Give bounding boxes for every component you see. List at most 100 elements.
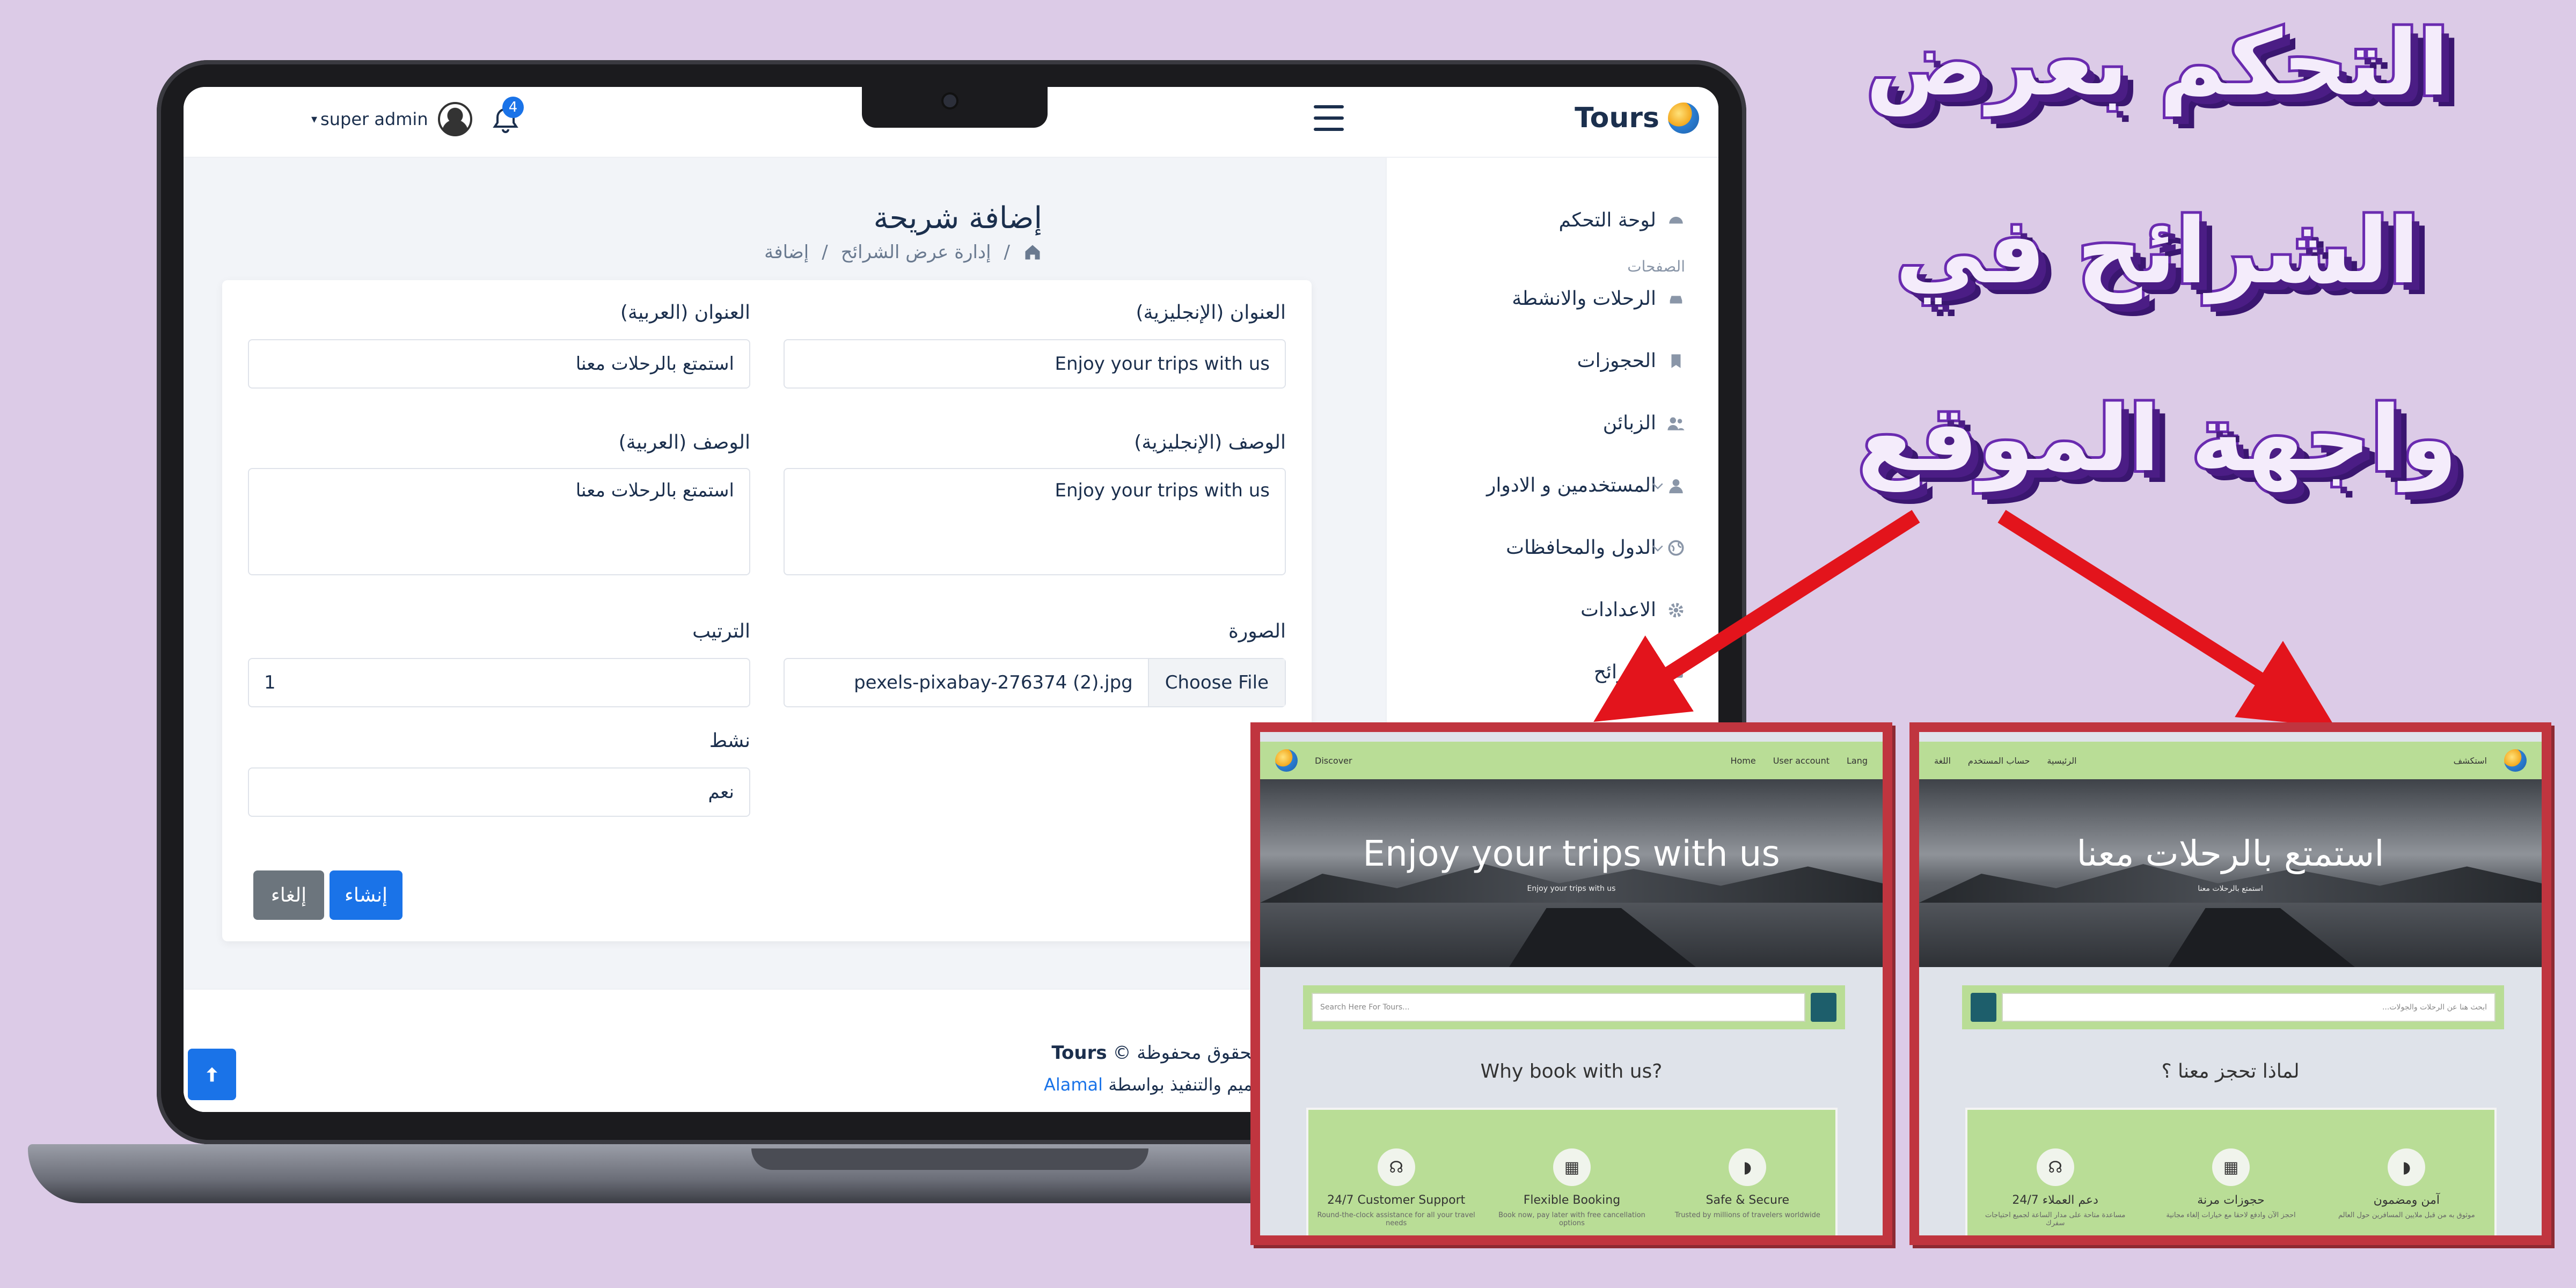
brand-name: Tours [1575,102,1659,134]
preview-ar-nav-home[interactable]: الرئيسية [2047,756,2076,766]
preview-en-nav-home[interactable]: Home [1730,756,1755,766]
arrow-up-icon [207,1067,217,1082]
preview-en-hero-subtitle: Enjoy your trips with us [1527,884,1616,893]
home-icon[interactable] [1023,243,1042,262]
preview-arabic: استكشف الرئيسية حساب المستخدم اللغة استم… [1909,722,2551,1245]
feature-title: حجوزات مرنة [2197,1194,2265,1207]
preview-ar-nav-lang[interactable]: اللغة [1934,756,1951,766]
preview-ar-features: ◗ آمن ومضمون موثوق به من قبل ملايين المساف… [1965,1108,2497,1235]
desc-en-textarea[interactable]: Enjoy your trips with us [784,468,1286,575]
preview-ar-nav-account[interactable]: حساب المستخدم [1968,756,2030,766]
brand[interactable]: Tours [1575,102,1699,134]
headline-line-2: الشرائح في [1893,196,2422,306]
image-file-input[interactable]: Choose File pexels-pixabay-276374 (2).jp… [784,658,1286,707]
order-input[interactable]: 1 [248,658,750,707]
preview-en-nav-lang[interactable]: Lang [1847,756,1868,766]
preview-ar-hero-subtitle: استمتع بالرحلات معنا [2198,884,2263,893]
preview-en-hero-title: Enjoy your trips with us [1363,833,1780,874]
feature-card: ☊ 24/7 Customer Support Round-the-clock as… [1316,1148,1477,1235]
notification-badge: 4 [502,97,524,118]
feature-card: ◗ آمن ومضمون موثوق به من قبل ملايين المساف… [2326,1148,2487,1235]
choose-file-button[interactable]: Choose File [1147,659,1285,706]
calendar-icon: ▦ [1553,1148,1591,1186]
shield-icon: ◗ [1729,1148,1767,1186]
preview-en-why-heading: Why book with us? [1480,1060,1663,1082]
preview-en-logo-icon[interactable] [1275,749,1298,772]
preview-ar-search-button[interactable] [1971,993,1996,1022]
sidebar-item-trips[interactable]: الرحلات والانشطة [1512,288,1685,310]
preview-ar-nav-discover[interactable]: استكشف [2454,756,2487,766]
preview-english: Discover Home User account Lang Enjoy yo… [1250,722,1892,1245]
user-menu[interactable]: ▾ super admin [311,102,472,136]
desc-ar-textarea[interactable]: استمتع بالرحلات معنا [248,468,750,575]
sidebar-item-settings[interactable]: الاعدادات [1580,599,1685,621]
feature-title: Flexible Booking [1523,1194,1621,1207]
desc-ar-label: الوصف (العربية) [618,431,750,453]
user-name: super admin [320,109,428,129]
preview-en-search-input[interactable]: Search Here For Tours... [1312,993,1805,1022]
users-icon [1667,417,1685,430]
user-icon [1669,479,1683,493]
desc-en-label: الوصف (الإنجليزية) [1134,431,1286,453]
create-button[interactable]: إنشاء [330,870,402,920]
sidebar-section-label: الصفحات [1627,258,1685,275]
active-select[interactable]: نعم [248,767,750,817]
title-en-input[interactable]: Enjoy your trips with us [784,339,1286,389]
caret-down-icon: ▾ [311,112,318,126]
title-ar-label: العنوان (العربية) [620,302,750,324]
feature-desc: Round-the-clock assistance for all your … [1317,1211,1475,1227]
active-label: نشط [709,730,750,752]
preview-en-search-button[interactable] [1811,993,1836,1022]
arrow-to-ar-preview [1997,510,2335,727]
feature-desc: Book now, pay later with free cancellati… [1498,1211,1645,1227]
footer-designer-link[interactable]: Alamal [1044,1074,1103,1095]
sidebar-item-label: الزبائن [1602,412,1656,434]
feature-title: دعم العملاء 24/7 [2012,1194,2098,1207]
form-card: العنوان (الإنجليزية) Enjoy your trips wi… [222,280,1312,941]
cancel-button[interactable]: إلغاء [253,870,324,920]
title-ar-input[interactable]: استمتع بالرحلات معنا [248,339,750,389]
file-name: pexels-pixabay-276374 (2).jpg [854,672,1133,693]
sliders-icon [1669,667,1683,678]
hamburger-menu-icon[interactable] [1314,105,1344,131]
preview-ar-why-heading: لماذا تحجز معنا ؟ [2161,1060,2300,1082]
preview-ar-hero-title: استمتع بالرحلات معنا [2076,833,2384,874]
scroll-to-top-button[interactable] [188,1049,236,1100]
sidebar-item-slides[interactable]: الشرائح [1594,661,1685,683]
headline-line-1: التحكم بعرض [1863,8,2452,119]
preview-en-navbar: Discover Home User account Lang [1260,742,1883,779]
feature-title: 24/7 Customer Support [1327,1194,1466,1207]
preview-ar-search-input[interactable]: ابحث هنا عن الرحلات والجولات... [2002,993,2496,1022]
preview-ar-logo-icon[interactable] [2504,749,2527,772]
feature-desc: موثوق به من قبل ملايين المسافرين حول الع… [2338,1211,2475,1219]
breadcrumb-item-slides[interactable]: إدارة عرض الشرائح [841,241,991,263]
sidebar-item-label: الدول والمحافظات [1506,537,1656,559]
feature-card: ▦ Flexible Booking Book now, pay later wit… [1491,1148,1652,1235]
feature-card: ▦ حجوزات مرنة احجز الآن وادفع لاحقا مع خيا… [2150,1148,2311,1235]
sidebar-item-label: الحجوزات [1577,350,1656,372]
car-icon [1670,295,1682,303]
headset-icon: ☊ [2036,1148,2074,1186]
camera-icon [943,94,956,107]
chevron-down-icon[interactable] [1650,478,1666,494]
image-label: الصورة [1228,620,1286,642]
breadcrumb: / إدارة عرض الشرائح / إضافة [764,241,1042,263]
sidebar-item-customers[interactable]: الزبائن [1603,412,1685,434]
title-en-label: العنوان (الإنجليزية) [1136,302,1286,324]
camera-notch [862,87,1048,128]
preview-en-nav-discover[interactable]: Discover [1315,756,1352,766]
feature-card: ◗ Safe & Secure Trusted by millions of tra… [1667,1148,1828,1235]
chevron-down-icon[interactable] [1650,540,1666,556]
laptop-base-slot [751,1148,1148,1170]
sidebar-item-label: المستخدمين و الادوار [1486,474,1656,496]
sidebar-item-dashboard[interactable]: لوحة التحكم [1559,209,1685,231]
feature-title: آمن ومضمون [2373,1194,2440,1207]
headline-line-3: واجهة الموقع [1855,384,2460,494]
preview-ar-navbar: استكشف الرئيسية حساب المستخدم اللغة [1919,742,2542,779]
sidebar-item-label: الرحلات والانشطة [1512,288,1656,310]
gear-icon [1668,603,1684,617]
bookmark-icon [1671,354,1681,368]
sidebar-item-bookings[interactable]: الحجوزات [1577,350,1685,372]
preview-en-nav-account[interactable]: User account [1773,756,1829,766]
feature-desc: احجز الآن وادفع لاحقا مع خيارات إلغاء مج… [2166,1211,2296,1219]
